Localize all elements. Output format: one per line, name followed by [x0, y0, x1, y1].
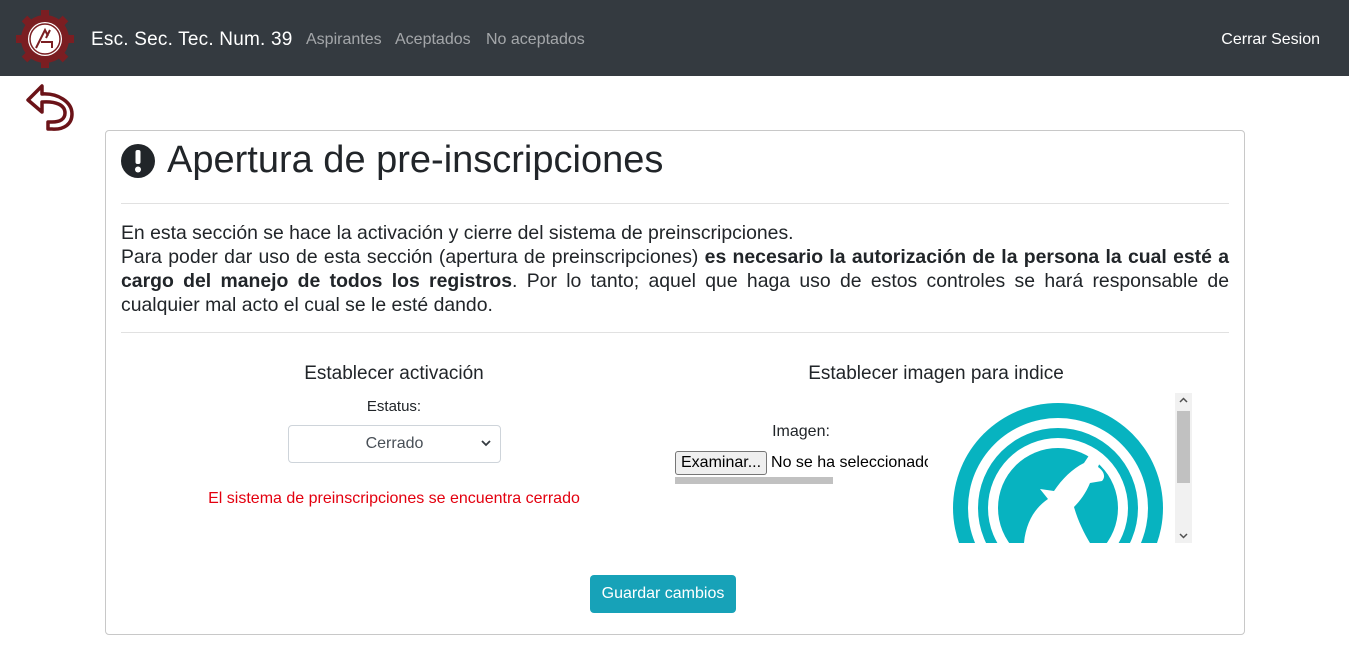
preinscription-card: Apertura de pre-inscripciones En esta se…	[105, 130, 1245, 635]
activation-heading: Establecer activación	[304, 363, 484, 384]
browse-button[interactable]: Examinar...	[675, 451, 768, 475]
page-title: Apertura de pre-inscripciones	[167, 139, 664, 182]
exclamation-circle-icon	[121, 144, 155, 178]
card-header: Apertura de pre-inscripciones	[121, 137, 663, 185]
status-select-value: Cerrado	[365, 435, 424, 452]
wolf-logo-image	[953, 403, 1163, 543]
scroll-thumb[interactable]	[1177, 411, 1190, 483]
image-preview	[944, 393, 1192, 543]
save-changes-button[interactable]: Guardar cambios	[590, 575, 736, 613]
divider	[121, 332, 1229, 333]
index-image-heading: Establecer imagen para indice	[808, 363, 1064, 384]
vertical-scrollbar[interactable]	[1175, 393, 1192, 543]
image-label: Imagen:	[772, 423, 830, 440]
chevron-down-icon	[481, 440, 491, 447]
scroll-down-icon[interactable]	[1179, 531, 1188, 540]
school-gear-logo[interactable]	[14, 8, 76, 70]
intro-p2-start: Para poder dar uso de esta sección (aper…	[121, 246, 705, 268]
status-label: Estatus:	[366, 398, 422, 415]
nav-link-aspirantes[interactable]: Aspirantes	[306, 31, 382, 49]
status-select[interactable]: Cerrado	[288, 425, 501, 463]
brand-name[interactable]: Esc. Sec. Tec. Num. 39	[91, 29, 293, 51]
divider	[121, 203, 1229, 204]
nav-link-aceptados[interactable]: Aceptados	[395, 31, 471, 49]
scroll-up-icon[interactable]	[1179, 396, 1188, 405]
intro-line-1: En esta sección se hace la activación y …	[121, 222, 794, 244]
image-file-input[interactable]: Examinar... No se ha seleccionado	[675, 451, 928, 477]
nav-link-no-aceptados[interactable]: No aceptados	[486, 31, 585, 49]
logout-link[interactable]: Cerrar Sesion	[1221, 31, 1320, 49]
undo-arrow-icon[interactable]	[24, 82, 76, 132]
horizontal-scrollbar[interactable]	[675, 477, 833, 484]
status-message: El sistema de preinscripciones se encuen…	[208, 490, 580, 507]
file-status-text: No se ha seleccionado	[771, 454, 928, 471]
top-navbar: Esc. Sec. Tec. Num. 39 Aspirantes Acepta…	[0, 0, 1349, 76]
intro-text: En esta sección se hace la activación y …	[121, 221, 1229, 317]
intro-paragraph-2: Para poder dar uso de esta sección (aper…	[121, 245, 1229, 317]
